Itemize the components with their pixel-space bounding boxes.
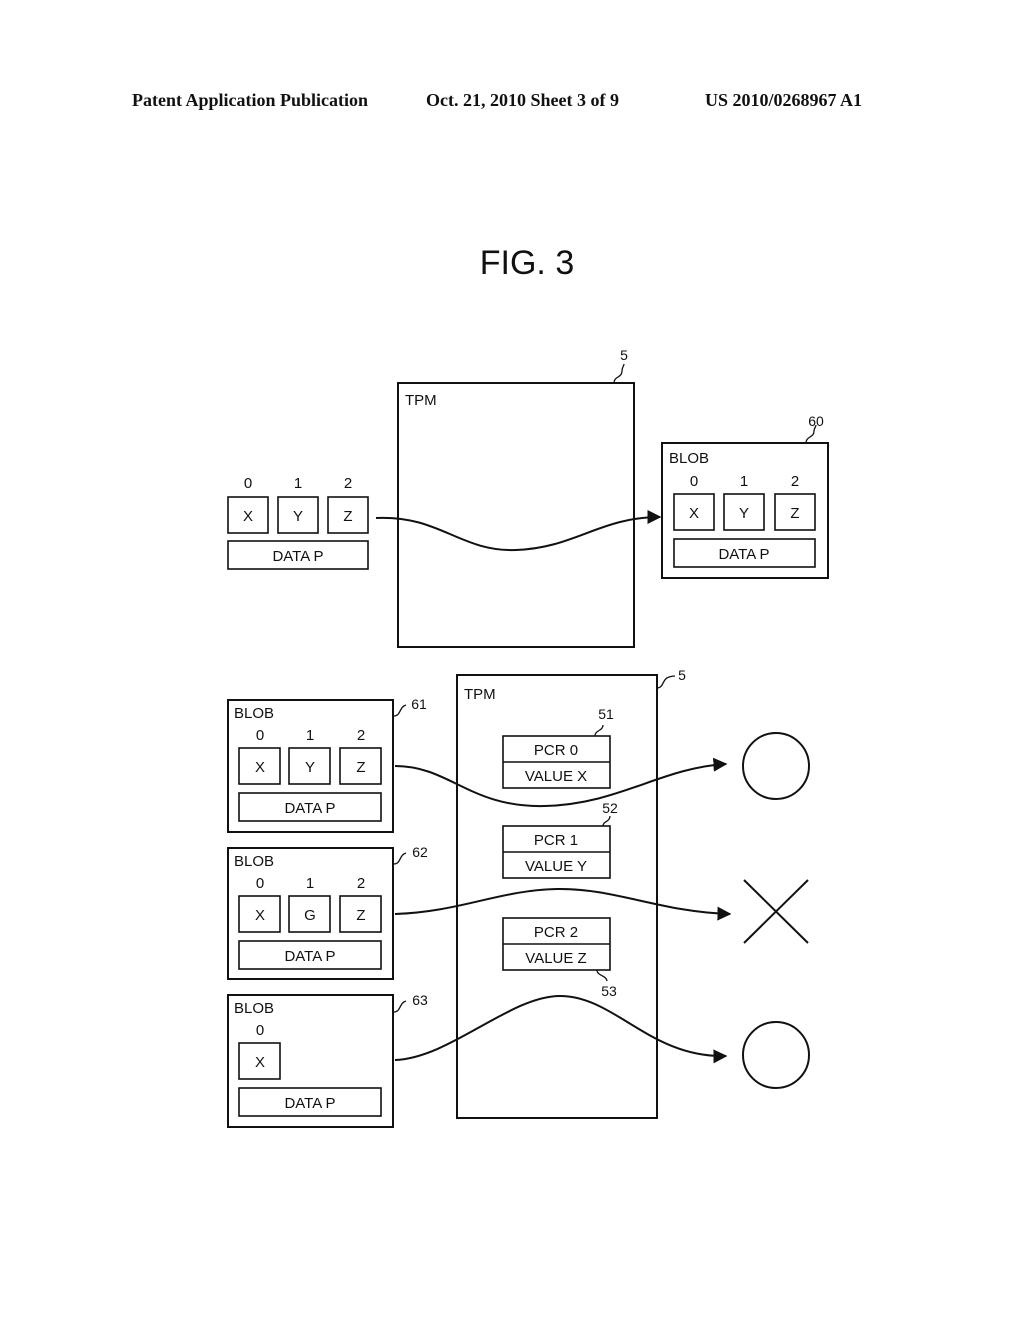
index-label: 0 — [256, 727, 264, 744]
data-label: DATA P — [272, 548, 323, 565]
cell-value: X — [255, 907, 265, 924]
index-label: 1 — [294, 475, 302, 492]
ref-leader-line — [613, 363, 625, 384]
ref-number: 51 — [598, 706, 614, 722]
pcr-name: PCR 0 — [534, 742, 578, 759]
index-label: 0 — [690, 473, 698, 490]
figure-3-diagram: FIG. 3 0 1 2 X Y Z DATA P TPM 5 BLOB 60 … — [227, 244, 829, 1128]
bottom-tpm: TPM 5 PCR 0 VALUE X 51 PCR 1 VALUE Y 52 … — [456, 667, 686, 1119]
flow-arrow — [375, 510, 662, 552]
cell-value: X — [243, 508, 253, 525]
pcr-register-0: PCR 0 VALUE X 51 — [502, 706, 614, 789]
ref-number: 63 — [412, 992, 428, 1008]
ref-leader-line — [656, 675, 676, 689]
blob-62: BLOB 62 0 1 2 X G Z DATA P — [227, 844, 428, 980]
index-label: 0 — [256, 875, 264, 892]
ref-leader-line — [393, 704, 407, 717]
ref-number: 62 — [412, 844, 428, 860]
pcr-register-1: PCR 1 VALUE Y 52 — [502, 800, 618, 879]
index-label: 2 — [344, 475, 352, 492]
pcr-value: VALUE Z — [525, 950, 586, 967]
cell-value: Z — [343, 508, 352, 525]
pcr-name: PCR 1 — [534, 832, 578, 849]
cell-value: X — [689, 505, 699, 522]
result-fail-cross-icon — [743, 879, 809, 944]
index-label: 1 — [306, 875, 314, 892]
ref-number: 5 — [678, 667, 686, 683]
index-label: 2 — [791, 473, 799, 490]
ref-leader-line — [393, 852, 407, 865]
index-label: 0 — [244, 475, 252, 492]
cell-value: X — [255, 759, 265, 776]
index-label: 1 — [740, 473, 748, 490]
tpm-label: TPM — [464, 686, 496, 703]
pcr-name: PCR 2 — [534, 924, 578, 941]
flow-arrow — [394, 887, 732, 921]
blob-61: BLOB 61 0 1 2 X Y Z DATA P — [227, 696, 427, 833]
ref-number: 53 — [601, 983, 617, 999]
cell-value: G — [304, 907, 316, 924]
data-label: DATA P — [718, 546, 769, 563]
cell-value: Y — [293, 508, 303, 525]
data-label: DATA P — [284, 948, 335, 965]
ref-leader-line — [393, 1000, 407, 1013]
blob-label: BLOB — [669, 450, 709, 467]
blob-label: BLOB — [234, 705, 274, 722]
cell-value: Z — [790, 505, 799, 522]
result-ok-circle-icon — [742, 732, 810, 800]
figure-title: FIG. 3 — [480, 244, 574, 282]
blob-label: BLOB — [234, 853, 274, 870]
pcr-value: VALUE Y — [525, 858, 587, 875]
ref-number: 5 — [620, 347, 628, 363]
index-label: 0 — [256, 1022, 264, 1039]
top-tpm: TPM 5 — [397, 347, 635, 648]
cell-value: Y — [739, 505, 749, 522]
pcr-value: VALUE X — [525, 768, 587, 785]
ref-leader-line — [596, 969, 608, 982]
ref-leader-line — [594, 724, 604, 737]
ref-number: 61 — [411, 696, 427, 712]
top-input-array: 0 1 2 X Y Z DATA P — [227, 475, 369, 570]
index-label: 2 — [357, 727, 365, 744]
tpm-box — [397, 382, 635, 648]
blob-label: BLOB — [234, 1000, 274, 1017]
data-label: DATA P — [284, 800, 335, 817]
result-ok-circle-icon — [742, 1021, 810, 1089]
pcr-register-2: PCR 2 VALUE Z 53 — [502, 917, 617, 999]
ref-number: 52 — [602, 800, 618, 816]
index-label: 1 — [306, 727, 314, 744]
ref-number: 60 — [808, 413, 824, 429]
ref-leader-line — [602, 815, 611, 827]
cell-value: Z — [356, 759, 365, 776]
index-label: 2 — [357, 875, 365, 892]
flow-arrow — [394, 994, 728, 1064]
output-blob-60: BLOB 60 0 1 2 X Y Z DATA P — [661, 413, 829, 579]
data-label: DATA P — [284, 1095, 335, 1112]
tpm-label: TPM — [405, 392, 437, 409]
cell-value: Y — [305, 759, 315, 776]
cell-value: Z — [356, 907, 365, 924]
cell-value: X — [255, 1054, 265, 1071]
